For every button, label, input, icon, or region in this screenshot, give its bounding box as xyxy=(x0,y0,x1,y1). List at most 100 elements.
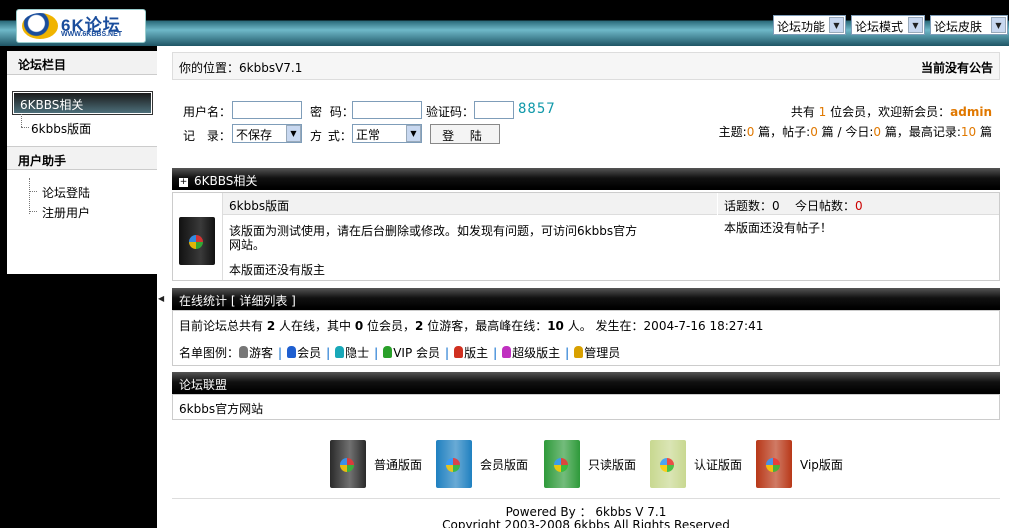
captcha-image: 8857 xyxy=(518,101,556,117)
alliance-title: 论坛联盟 xyxy=(179,378,228,392)
forum-functions-menu[interactable]: 论坛功能 ▼ xyxy=(773,15,846,35)
post-count: 0 xyxy=(810,125,818,139)
legend-separator: | xyxy=(326,346,331,360)
stats-text: 人。 发生在： xyxy=(563,319,644,333)
forum-mode-label: 论坛模式 xyxy=(855,20,904,34)
remember-select[interactable]: 不保存 ▼ xyxy=(232,124,302,143)
member-stats: 共有 1 位会员，欢迎新会员：admin xyxy=(791,103,992,120)
board-topic-stats: 话题数：0 xyxy=(724,197,780,214)
board-type-label: Vip版面 xyxy=(800,458,843,472)
sidebar-item-login[interactable]: 论坛登陆 xyxy=(42,184,90,201)
user-role-icon xyxy=(239,346,249,358)
username-label: 用户名： xyxy=(183,105,232,119)
legend-item-label: 超级版主 xyxy=(512,346,561,360)
chevron-down-icon: ▼ xyxy=(286,125,301,142)
chevron-down-icon: ▼ xyxy=(908,17,923,33)
online-peak: 10 xyxy=(547,319,564,333)
sidebar-item-board[interactable]: 6kbbs版面 xyxy=(31,120,91,137)
user-role-icon xyxy=(287,346,297,358)
forum-mode-menu[interactable]: 论坛模式 ▼ xyxy=(851,15,925,35)
legend-label: 名单图例： xyxy=(179,346,240,360)
legend-item-label: 版主 xyxy=(464,346,489,360)
forum-skin-label: 论坛皮肤 xyxy=(934,20,983,34)
captcha-input[interactable] xyxy=(474,101,514,119)
logo-url: WWW.6KBBS.NET xyxy=(61,31,123,38)
board-type-icon xyxy=(436,440,472,488)
chevron-down-icon: ▼ xyxy=(991,17,1006,33)
board-type-icon xyxy=(330,440,366,488)
site-logo[interactable]: 6K论坛 WWW.6KBBS.NET xyxy=(16,9,146,43)
password-input[interactable] xyxy=(352,101,422,119)
breadcrumb: 你的位置：6kbbsV7.1 xyxy=(179,61,303,75)
mode-select[interactable]: 正常 ▼ xyxy=(352,124,422,143)
legend-item-label: 管理员 xyxy=(584,346,621,360)
board-type-label: 认证版面 xyxy=(694,458,743,472)
forum-skin-menu[interactable]: 论坛皮肤 ▼ xyxy=(930,15,1008,35)
remember-value: 不保存 xyxy=(236,128,273,142)
tree-connector xyxy=(29,178,30,214)
tree-connector xyxy=(21,114,22,127)
username-input[interactable] xyxy=(232,101,302,119)
board-description: 该版面为测试使用，请在后台删除或修改。如发现有问题，可访问6kbbs官方 xyxy=(229,224,638,238)
remember-label: 记 录： xyxy=(183,129,231,143)
tree-connector xyxy=(29,211,37,212)
chevron-down-icon: ▼ xyxy=(829,17,844,33)
legend-separator: | xyxy=(493,346,498,360)
board-moderator: 本版面还没有版主 xyxy=(229,263,326,277)
stats-text: 位会员， xyxy=(363,319,416,333)
record-count: 10 xyxy=(960,125,977,139)
category-header[interactable]: +6KBBS相关 xyxy=(172,168,1000,190)
board-last-post: 本版面还没有帖子！ xyxy=(724,221,833,235)
expand-icon[interactable]: + xyxy=(179,178,188,187)
category-title: 6KBBS相关 xyxy=(194,174,258,188)
location-bar: 你的位置：6kbbsV7.1 当前没有公告 xyxy=(172,52,1000,80)
newest-member-link[interactable]: admin xyxy=(950,105,992,119)
captcha-label: 验证码： xyxy=(426,105,475,119)
user-role-icon xyxy=(502,346,512,358)
collapse-sidebar-icon[interactable]: ◀ xyxy=(158,294,164,303)
board-type-icon xyxy=(650,440,686,488)
stats-text: 位游客，最高峰在线： xyxy=(423,319,548,333)
online-title: 在线统计 xyxy=(179,294,228,308)
legend-item-label: VIP 会员 xyxy=(393,346,441,360)
board-type-label: 普通版面 xyxy=(374,458,423,472)
stats-text: 目前论坛总共有 xyxy=(179,319,267,333)
copyright: Copyright 2003-2008 6kbbs All Rights Res… xyxy=(442,518,730,528)
footer-divider xyxy=(172,498,1000,499)
post-stats: 主题:0 篇，帖子:0 篇 / 今日:0 篇，最高记录:10 篇 xyxy=(719,123,992,140)
mode-label: 方 式： xyxy=(310,129,352,143)
board-name-link[interactable]: 6kbbs版面 xyxy=(229,197,289,214)
board-title-cell xyxy=(223,193,717,215)
sidebar-item-category[interactable]: 6KBBS相关 xyxy=(12,91,153,115)
stats-text: 今日帖数： xyxy=(795,199,856,213)
board-type-label: 会员版面 xyxy=(480,458,529,472)
user-role-icon xyxy=(454,346,464,358)
legend-separator: | xyxy=(278,346,283,360)
login-button[interactable]: 登 陆 xyxy=(430,124,500,144)
board-type-label: 只读版面 xyxy=(588,458,637,472)
tree-connector xyxy=(29,191,37,192)
sidebar-item-register[interactable]: 注册用户 xyxy=(42,204,90,221)
chevron-down-icon: ▼ xyxy=(406,125,421,142)
online-detail-link[interactable]: [ 详细列表 ] xyxy=(231,294,296,308)
online-header: 在线统计 [ 详细列表 ] xyxy=(172,288,1000,310)
legend-item-label: 游客 xyxy=(249,346,274,360)
alliance-header: 论坛联盟 xyxy=(172,372,1000,394)
stats-text: 人在线，其中 xyxy=(275,319,355,333)
stats-text: 篇，帖子: xyxy=(754,125,811,139)
legend-list: 游客 | 会员 | 隐士 | VIP 会员 | 版主 | 超级版主 | 管理员 xyxy=(239,346,620,360)
captcha-code: 8857 xyxy=(518,101,556,117)
legend-item-label: 隐士 xyxy=(345,346,370,360)
stats-text: 主题: xyxy=(718,125,747,139)
alliance-link[interactable]: 6kbbs官方网站 xyxy=(179,400,263,417)
stats-text: 话题数： xyxy=(724,199,773,213)
stats-text: 篇 xyxy=(976,125,992,139)
sidebar-panel: 论坛栏目 6KBBS相关 6kbbs版面 用户助手 论坛登陆 注册用户 xyxy=(7,51,157,274)
board-topic-count: 0 xyxy=(772,199,780,213)
stats-text: 位会员，欢迎新会员： xyxy=(826,105,951,119)
board-today-stats: 今日帖数：0 xyxy=(795,197,863,214)
mode-value: 正常 xyxy=(356,128,381,142)
top-bar: 6K论坛 WWW.6KBBS.NET 论坛功能 ▼ 论坛模式 ▼ 论坛皮肤 ▼ xyxy=(0,0,1009,46)
online-members: 0 xyxy=(354,319,364,333)
stats-text: 篇 / 今日: xyxy=(817,125,874,139)
